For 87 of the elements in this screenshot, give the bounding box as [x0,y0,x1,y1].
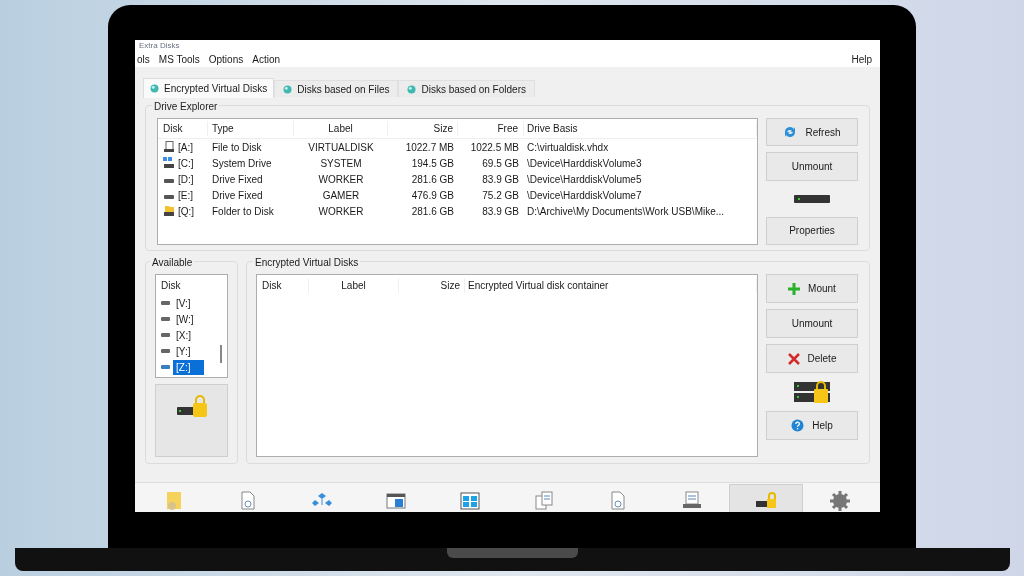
ball-icon [150,84,159,93]
help-icon [791,419,805,432]
table-cell-text: \Device\HarddiskVolume3 [526,156,643,171]
list-item[interactable]: [V:] [173,295,194,311]
table-cell-text: VIRTUALDISK [307,140,375,155]
table-cell-text: 281.6 GB [410,204,455,219]
column-header[interactable]: Label [294,121,388,136]
table-cell-text: \Device\HarddiskVolume5 [526,172,643,187]
table-cell-text: [E:] [178,188,193,203]
delete-button[interactable]: Delete [766,344,858,373]
drive-icon [161,300,170,306]
table-cell-text: WORKER [317,172,365,187]
note-icon [164,491,184,511]
column-header: Disk [160,278,182,293]
column-header[interactable]: Drive Basis [524,121,757,136]
scrollbar-thumb[interactable] [220,345,222,363]
table-cell-text: Drive Fixed [211,188,264,203]
toolbar-button[interactable] [729,484,803,512]
table-cell-text: [Q:] [178,204,195,219]
plus-icon [788,282,801,295]
column-header[interactable]: Type [208,121,294,136]
drive-icon [161,364,170,370]
table-cell-text: Folder to Disk [211,204,275,219]
help-button[interactable]: Help [766,411,858,440]
refresh-icon [783,126,798,139]
file-drive-icon [163,141,175,153]
table-cell-text: Drive Fixed [211,172,264,187]
table-cell-text: GAMER [321,188,361,203]
drive-icon [161,332,170,338]
drive-icon [794,193,830,204]
menu-item[interactable]: ols [137,52,150,67]
table-cell-text: System Drive [211,156,273,171]
table-cell-text: 75.2 GB [481,188,520,203]
table-cell-text: 83.9 GB [481,204,520,219]
table-cell-text: 281.6 GB [410,172,455,187]
table-cell-text: 476.9 GB [410,188,455,203]
column-header[interactable]: Free [458,121,524,136]
encrypt-button[interactable] [155,384,228,457]
folder-drive-icon [163,205,175,217]
table-cell-text: [A:] [178,140,193,155]
column-header[interactable]: Size [399,277,465,293]
tab[interactable]: Encrypted Virtual Disks [143,78,275,98]
list-item[interactable]: [W:] [173,311,197,327]
button[interactable]: Unmount [766,309,858,338]
ball-icon [407,84,417,94]
add-button[interactable]: Mount [766,274,858,303]
menu-item[interactable]: Help [851,52,872,67]
group-title: Encrypted Virtual Disks [253,255,361,270]
column-header[interactable]: Encrypted Virtual disk container [465,277,757,293]
menu-item[interactable]: Action [252,52,280,67]
list-item[interactable]: [Z:] [173,359,205,375]
button[interactable]: Properties [766,216,858,245]
lock-drive-icon [756,491,776,511]
drive-icon [161,348,170,354]
table-cell-text: WORKER [317,204,365,219]
column-header[interactable]: Label [309,277,399,293]
list-item[interactable]: [X:] [173,327,194,343]
drive-icon [161,316,170,322]
list-item[interactable]: [Y:] [173,343,194,359]
table-cell-text: 83.9 GB [481,172,520,187]
tab[interactable]: Disks based on Files [274,80,399,97]
menu-item[interactable]: Options [208,52,244,67]
table-cell-text: 1022.7 MB [404,140,455,155]
ball-icon [283,84,293,94]
button[interactable]: Unmount [766,152,858,181]
table-cell-text: 1022.5 MB [469,140,520,155]
table-cell-text: D:\Archive\My Documents\Work USB\Mike... [526,204,726,219]
menu-item[interactable]: MS Tools [158,52,200,67]
table-cell-text: [D:] [178,172,194,187]
column-header[interactable]: Disk [158,121,208,136]
table-cell-text: C:\virtualdisk.vhdx [526,140,610,155]
column-header[interactable]: Size [388,121,458,136]
refresh-button[interactable]: Refresh [766,118,858,147]
table-cell-text: File to Disk [211,140,263,155]
column-header[interactable]: Disk [257,277,309,293]
table-cell-text: 194.5 GB [410,156,455,171]
group-title: Drive Explorer [152,99,220,114]
window-title: Extra Disks [139,42,180,50]
settings-icon [830,491,850,511]
table-cell-text: SYSTEM [319,156,363,171]
tab[interactable]: Disks based on Folders [398,80,535,97]
table-cell-text: [C:] [178,156,194,171]
close-icon [787,352,800,365]
system-drive-icon [163,157,175,169]
table-cell-text: \Device\HarddiskVolume7 [526,188,643,203]
lock-drive-icon [794,380,830,404]
table-cell-text: 69.5 GB [481,156,520,171]
